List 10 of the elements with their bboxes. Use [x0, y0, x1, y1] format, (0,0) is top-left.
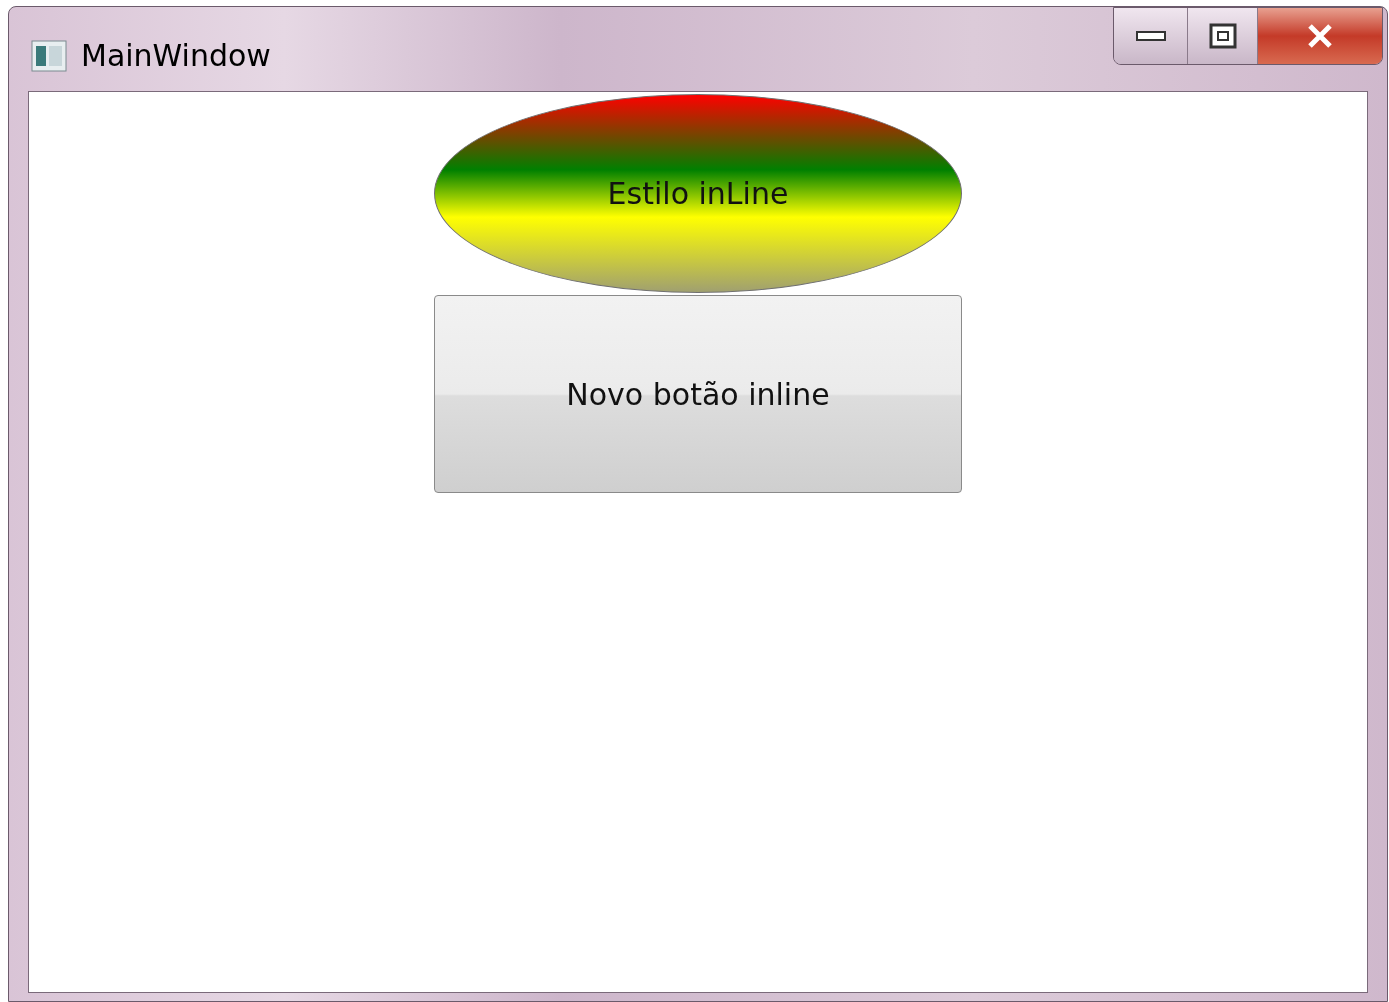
minimize-icon: [1135, 31, 1166, 41]
app-icon: [31, 39, 67, 72]
close-button[interactable]: [1258, 8, 1382, 64]
minimize-button[interactable]: [1114, 8, 1188, 64]
novo-button[interactable]: Novo botão inline: [434, 295, 962, 493]
restore-icon: [1208, 23, 1237, 49]
maximize-button[interactable]: [1188, 8, 1258, 64]
close-icon: [1306, 23, 1334, 49]
window-title: MainWindow: [81, 37, 271, 75]
ellipse-button[interactable]: Estilo inLine: [434, 94, 962, 293]
